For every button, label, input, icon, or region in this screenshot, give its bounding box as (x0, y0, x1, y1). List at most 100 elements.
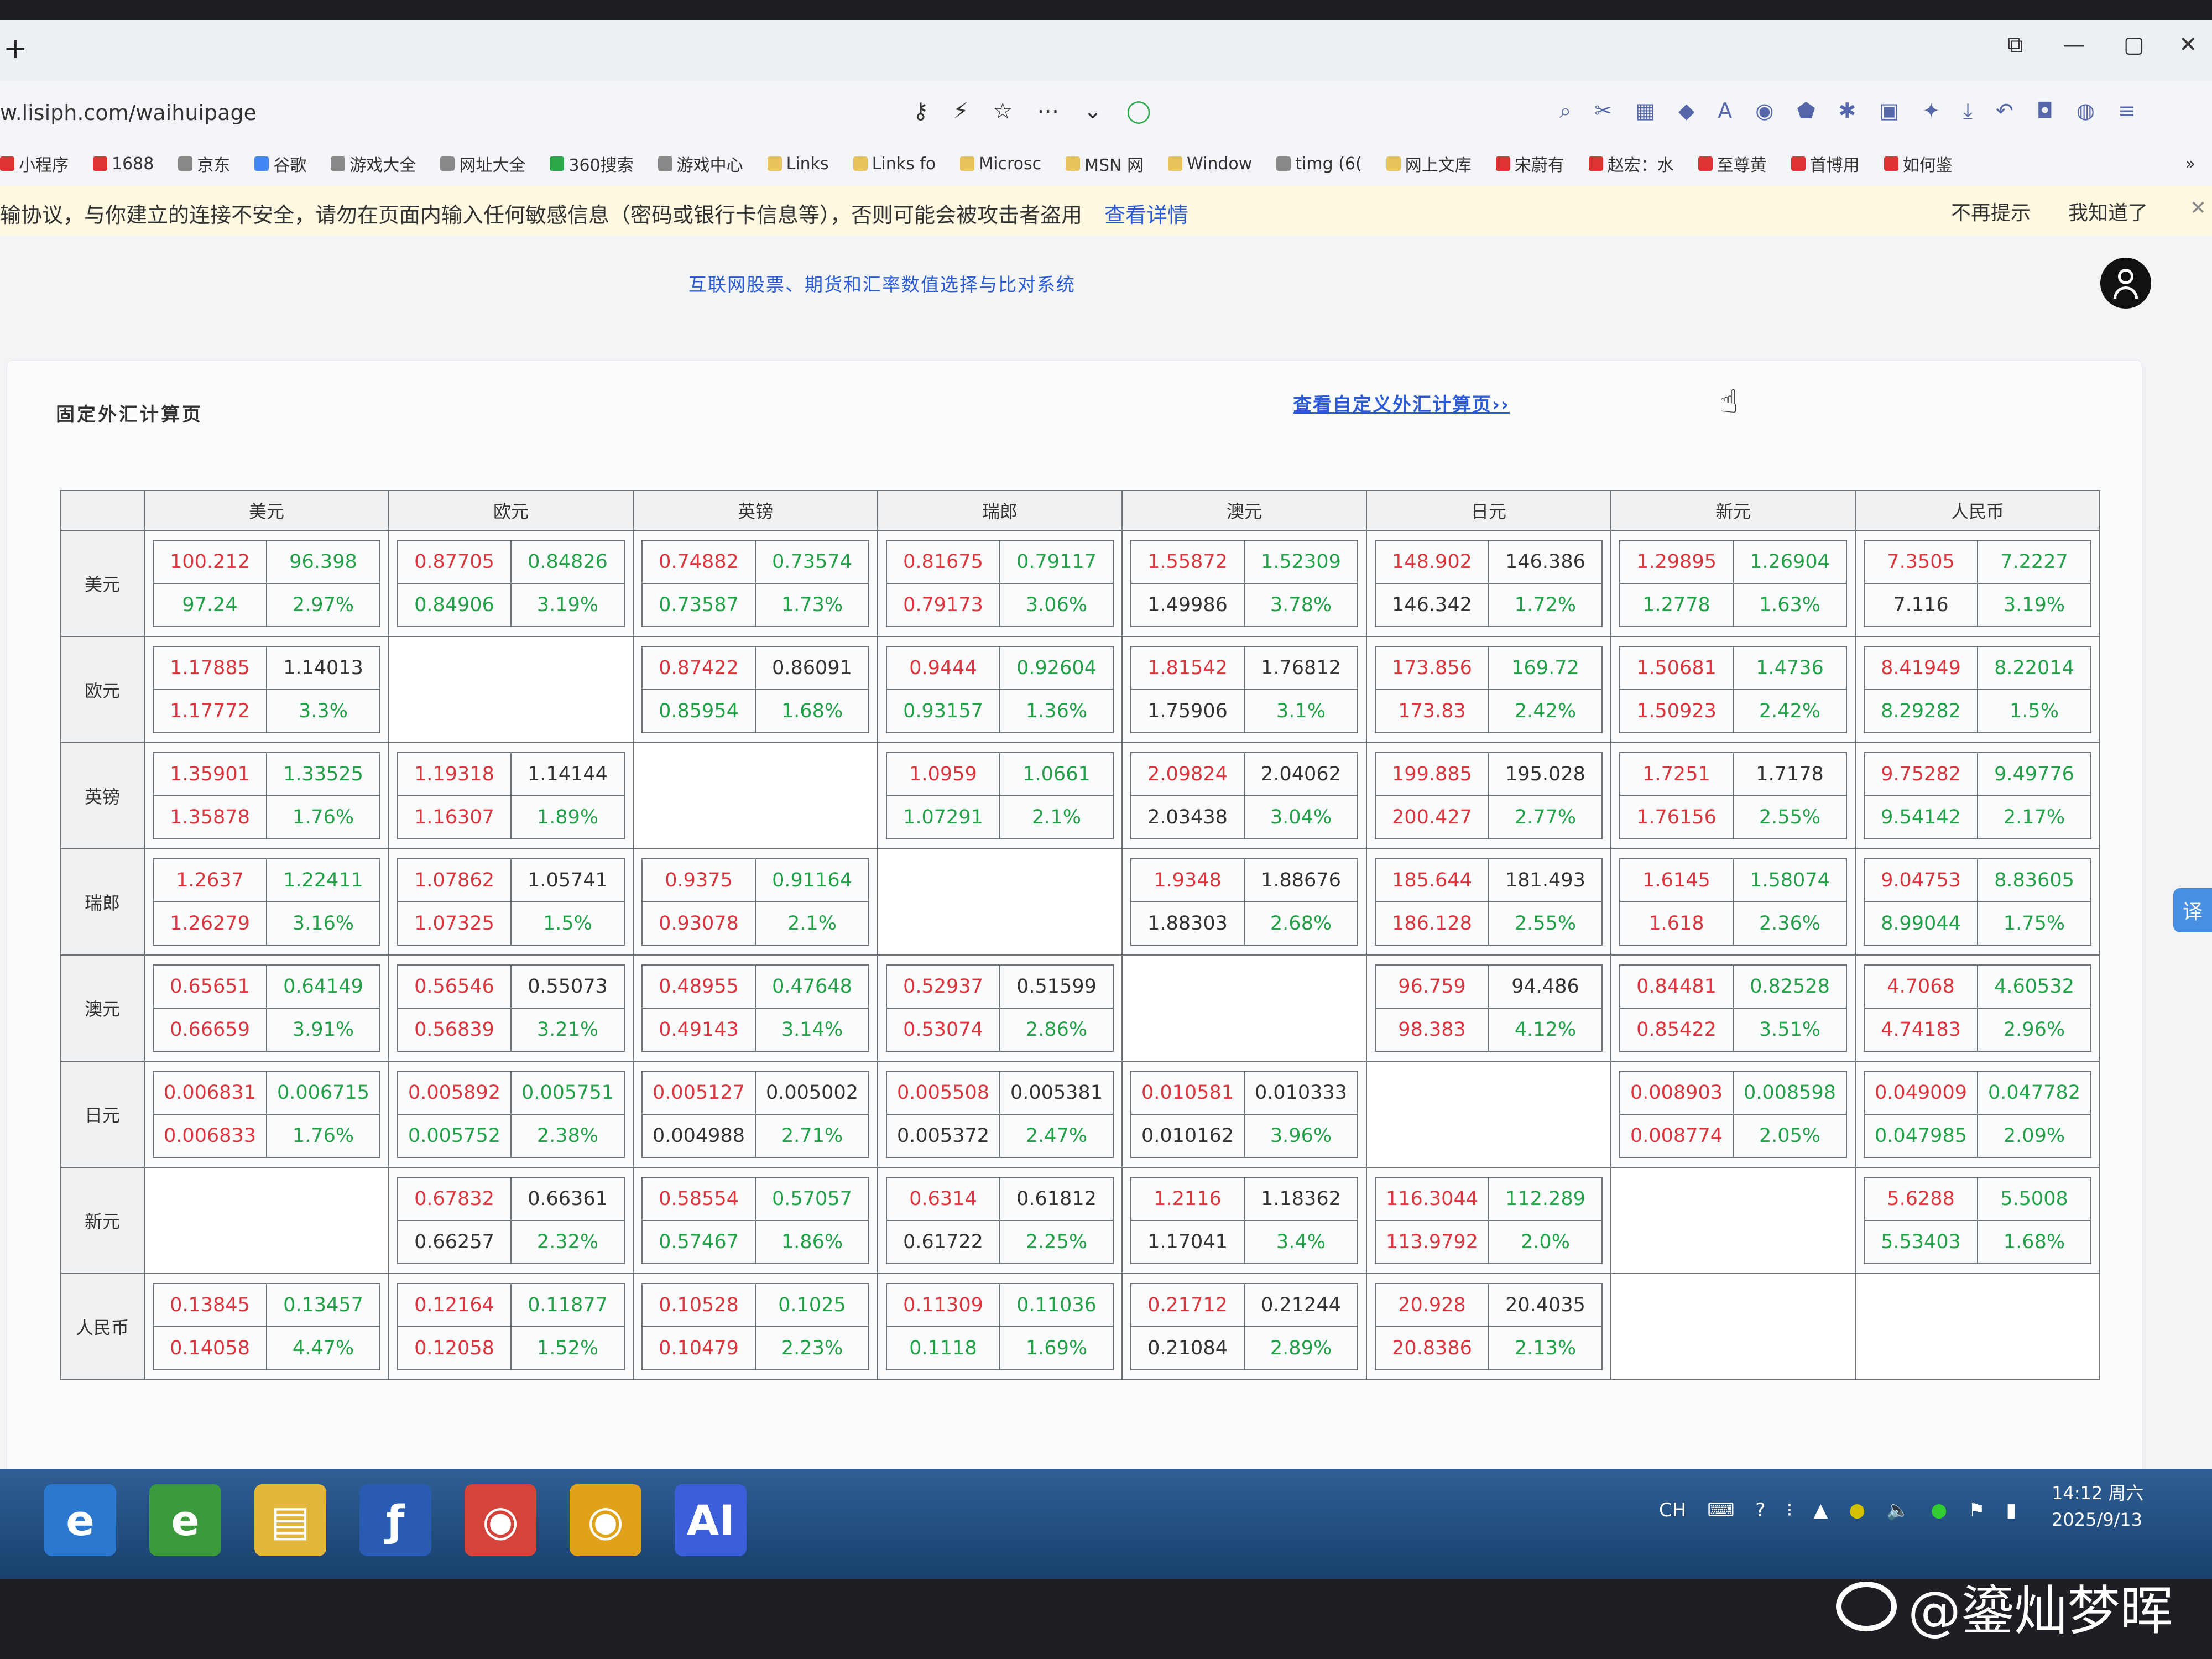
bookmark-item[interactable]: Window (1168, 154, 1252, 174)
view-details-link[interactable]: 查看详情 (1104, 203, 1188, 227)
chevron-down-icon[interactable]: ⌄ (1083, 98, 1102, 124)
bookmark-item[interactable]: 小程序 (0, 152, 69, 176)
browser-e-icon[interactable]: e (149, 1484, 221, 1556)
help-icon[interactable]: ? (1755, 1499, 1765, 1521)
bookmark-item[interactable]: 如何鉴 (1884, 152, 1953, 176)
low-value: 0.047782 (1977, 1071, 2091, 1115)
minimize-button[interactable]: — (2063, 32, 2085, 58)
table-header-row: 美元 欧元 英镑 瑞郎 澳元 日元 新元 人民币 (60, 490, 2100, 531)
bookmark-item[interactable]: 网上文库 (1386, 152, 1472, 176)
close-warning-icon[interactable]: ✕ (2190, 197, 2206, 220)
volume-icon[interactable]: 🔈 (1886, 1499, 1910, 1521)
close-window-button[interactable]: ✕ (2179, 32, 2198, 58)
bag-icon[interactable]: ◘ (2037, 98, 2053, 123)
user-avatar-icon[interactable] (2100, 258, 2151, 309)
bookmark-item[interactable]: 首博用 (1791, 152, 1860, 176)
rate-box: 0.005892 0.005751 0.005752 2.38% (397, 1071, 625, 1158)
range-percent: 2.17% (1977, 795, 2091, 839)
bookmark-item[interactable]: Microsc (960, 154, 1041, 174)
bookmark-item[interactable]: 赵宏：水 (1588, 152, 1674, 176)
chrome-icon[interactable]: ◉ (465, 1484, 536, 1556)
grid-icon[interactable]: ▦ (1635, 98, 1655, 123)
search-icon[interactable]: ⌕ (1559, 98, 1571, 123)
more-icon[interactable]: ⋯ (1037, 98, 1059, 124)
more-bookmarks-button[interactable]: » (2185, 154, 2195, 174)
low-value: 181.493 (1488, 858, 1603, 902)
bookmark-item[interactable]: 1688 (93, 154, 154, 174)
range-percent: 3.21% (510, 1008, 625, 1052)
restore-tabs-icon[interactable]: ⧉ (2007, 32, 2023, 58)
input-language[interactable]: CH (1659, 1499, 1686, 1521)
key-icon[interactable]: ⚷ (912, 98, 928, 124)
current-value: 1.49986 (1130, 583, 1245, 627)
gear-bookmark-icon (178, 156, 193, 171)
low-value: 1.26904 (1733, 540, 1847, 584)
clock[interactable]: 14:12 周六 2025/9/13 (2052, 1480, 2143, 1533)
bookmark-item[interactable]: 至尊黄 (1698, 152, 1767, 176)
network-tray-icon[interactable]: ● (1931, 1499, 1947, 1521)
rate-box: 0.21712 0.21244 0.21084 2.89% (1130, 1283, 1358, 1370)
dont-remind-button[interactable]: 不再提示 (1951, 197, 2031, 226)
pin-icon[interactable]: ✦ (1922, 98, 1940, 123)
custom-fx-page-link[interactable]: 查看自定义外汇计算页›› (1293, 389, 1510, 416)
menu-icon[interactable]: ≡ (2118, 98, 2136, 123)
flash-icon[interactable]: ƒ (359, 1484, 431, 1556)
rate-cell: 20.928 20.4035 20.8386 2.13% (1366, 1273, 1611, 1380)
high-value: 0.049009 (1864, 1071, 1978, 1115)
new-tab-button[interactable]: + (3, 32, 28, 65)
taskbar: e e ▤ ƒ ◉ ◉ AI CH ⌨ ? ⁝ ▲ ● 🔈 ● ⚑ ▮ 14:1… (0, 1469, 2212, 1579)
ie-icon[interactable]: e (44, 1484, 116, 1556)
high-value: 9.75282 (1864, 752, 1978, 796)
low-value: 0.11877 (510, 1283, 625, 1327)
bookmark-item[interactable]: 宋蔚有 (1495, 152, 1564, 176)
bookmark-item[interactable]: Links (767, 154, 829, 174)
puzzle-icon[interactable]: ✱ (1838, 98, 1856, 123)
bookmark-item[interactable]: MSN 网 (1066, 152, 1144, 176)
rate-box: 1.81542 1.76812 1.75906 3.1% (1130, 646, 1358, 733)
browser-logo-icon[interactable]: ◍ (2077, 98, 2095, 123)
app-tray-icon[interactable]: ● (1849, 1499, 1865, 1521)
tray-up-arrow-icon[interactable]: ▲ (1813, 1499, 1828, 1521)
column-header: 澳元 (1121, 490, 1367, 531)
bookmark-item[interactable]: 游戏大全 (331, 152, 416, 176)
translate-icon[interactable]: A (1718, 98, 1732, 123)
flag-icon[interactable]: ⚑ (1968, 1499, 1985, 1521)
keyboard-icon[interactable]: ⌨ (1707, 1499, 1734, 1521)
chrome-2-icon[interactable]: ◉ (570, 1484, 641, 1556)
translate-side-icon[interactable]: 译 (2173, 888, 2212, 932)
bookmark-item[interactable]: 360搜索 (550, 152, 634, 176)
bookmark-item[interactable]: Links fo (853, 154, 936, 174)
current-value: 0.008774 (1619, 1114, 1734, 1158)
search-engine-icon[interactable]: ◯ (1126, 98, 1151, 124)
shield-icon[interactable]: ⬟ (1797, 98, 1815, 123)
eye-icon[interactable]: ◉ (1755, 98, 1773, 123)
current-value: 0.14058 (153, 1326, 267, 1370)
got-it-button[interactable]: 我知道了 (2068, 197, 2148, 226)
game-icon[interactable]: ◆ (1678, 98, 1694, 123)
system-title-link[interactable]: 互联网股票、期货和汇率数值选择与比对系统 (688, 270, 1076, 296)
star-icon[interactable]: ☆ (993, 98, 1013, 124)
signal-icon[interactable]: ▮ (2006, 1499, 2017, 1521)
bookmark-item[interactable]: 谷歌 (254, 152, 306, 176)
bookmark-item[interactable]: timg (6( (1276, 154, 1362, 174)
undo-icon[interactable]: ↶ (1996, 98, 2013, 123)
scissors-icon[interactable]: ✂ (1594, 98, 1612, 123)
bookmark-item[interactable]: 京东 (178, 152, 230, 176)
bookmark-item[interactable]: 网址大全 (440, 152, 525, 176)
download-icon[interactable]: ⤓ (1963, 98, 1973, 123)
address-bar[interactable]: w.lisiph.com/waihuipage (0, 101, 257, 125)
low-value: 94.486 (1488, 964, 1603, 1009)
range-percent: 2.86% (999, 1008, 1114, 1052)
maximize-button[interactable]: ▢ (2124, 32, 2145, 58)
rate-cell: 1.81542 1.76812 1.75906 3.1% (1121, 636, 1367, 743)
tray-settings-icon[interactable]: ⁝ (1786, 1499, 1792, 1521)
window-icon[interactable]: ▣ (1879, 98, 1899, 123)
current-value: 98.383 (1375, 1008, 1489, 1052)
high-value: 0.010581 (1130, 1071, 1245, 1115)
file-explorer-icon[interactable]: ▤ (254, 1484, 326, 1556)
low-value: 0.11036 (999, 1283, 1114, 1327)
lightning-icon[interactable]: ⚡ (953, 98, 968, 124)
ai-app-icon[interactable]: AI (675, 1484, 747, 1556)
high-value: 8.41949 (1864, 646, 1978, 690)
bookmark-item[interactable]: 游戏中心 (658, 152, 743, 176)
